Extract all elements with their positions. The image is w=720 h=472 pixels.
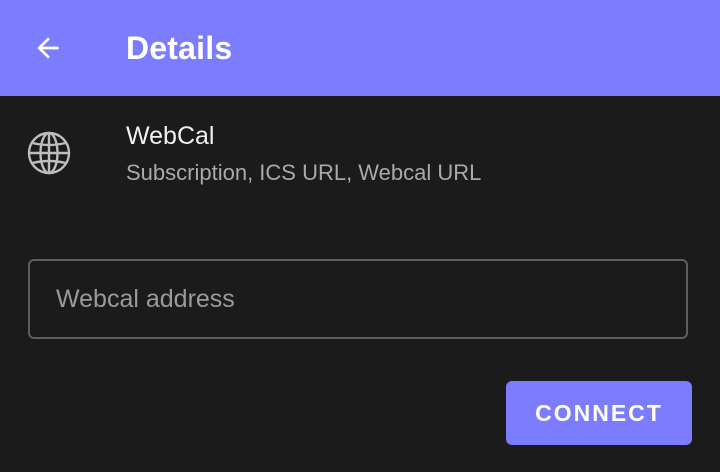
globe-icon xyxy=(27,131,71,175)
arrow-left-icon xyxy=(37,37,59,59)
service-info: WebCal Subscription, ICS URL, Webcal URL xyxy=(0,96,720,208)
service-name: WebCal xyxy=(126,122,215,150)
webcal-address-field[interactable] xyxy=(28,259,688,339)
connect-button[interactable]: CONNECT xyxy=(506,381,692,445)
app-bar: Details xyxy=(0,0,720,96)
back-button[interactable] xyxy=(24,24,72,72)
webcal-address-input[interactable] xyxy=(56,261,666,337)
page-title: Details xyxy=(126,30,233,66)
service-description: Subscription, ICS URL, Webcal URL xyxy=(126,160,482,185)
